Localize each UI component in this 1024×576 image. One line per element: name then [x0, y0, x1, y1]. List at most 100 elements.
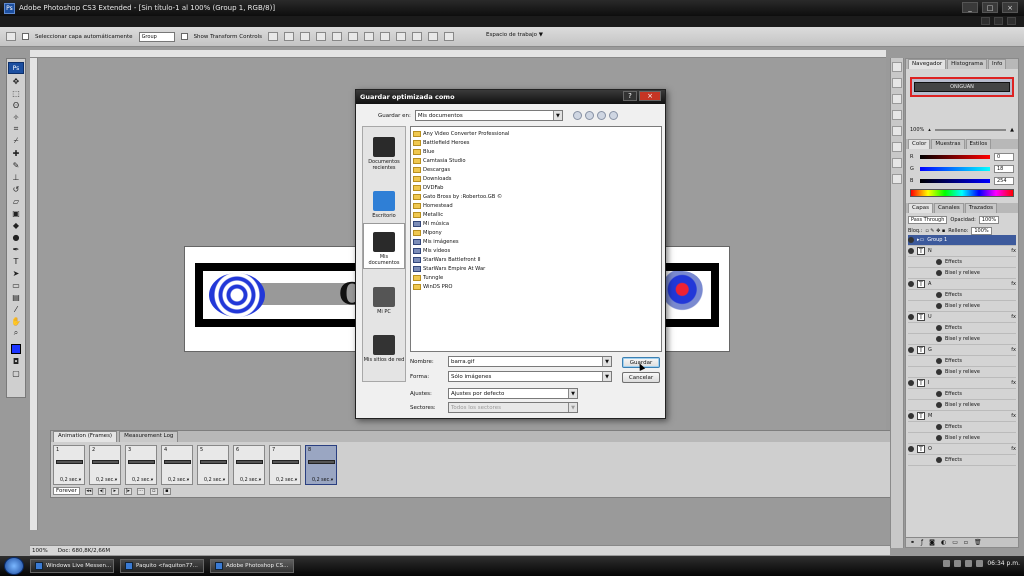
first-frame-icon[interactable]: ◂◂: [84, 487, 93, 495]
distribute-center-icon[interactable]: [428, 32, 439, 41]
list-item[interactable]: Battlefield Heroes: [413, 138, 659, 147]
layer-row[interactable]: T Afx: [908, 279, 1016, 290]
eye-icon[interactable]: [908, 248, 914, 254]
fx-icon[interactable]: fx: [1011, 446, 1016, 452]
align-top-icon[interactable]: [268, 32, 279, 41]
distribute-top-icon[interactable]: [364, 32, 375, 41]
place-my-documents[interactable]: Mis documentos: [363, 223, 405, 269]
messenger-tray-icon[interactable]: [976, 560, 984, 567]
up-folder-icon[interactable]: [584, 111, 594, 120]
new-group-icon[interactable]: ▭: [952, 539, 958, 546]
brushes-panel-icon[interactable]: [892, 110, 902, 120]
clone-stamp-tool-icon[interactable]: ⊥: [10, 172, 22, 182]
effects-row[interactable]: Effects: [908, 290, 1016, 301]
eye-icon[interactable]: [936, 325, 942, 331]
doc-restore-button[interactable]: [994, 17, 1003, 25]
zoom-in-icon[interactable]: ▲: [1010, 127, 1014, 133]
eye-icon[interactable]: [908, 281, 914, 287]
list-item[interactable]: StarWars Battlefront II: [413, 255, 659, 264]
effect-row[interactable]: Bisel y relieve: [908, 334, 1016, 345]
lasso-tool-icon[interactable]: ʘ: [10, 100, 22, 110]
frame-delay[interactable]: 0,2 sec.▾: [204, 478, 225, 483]
eye-icon[interactable]: [908, 237, 914, 243]
fx-icon[interactable]: fx: [1011, 347, 1016, 353]
workspace-menu[interactable]: Espacio de trabajo ▼: [486, 32, 543, 38]
animation-frame[interactable]: 1 0,2 sec.▾: [53, 445, 85, 485]
loop-select[interactable]: Forever: [53, 487, 80, 495]
opacity-value[interactable]: 100%: [978, 216, 1000, 224]
start-button[interactable]: [4, 557, 24, 575]
adjustment-layer-icon[interactable]: ◐: [941, 539, 946, 546]
tab-capas[interactable]: Capas: [908, 203, 933, 213]
zoom-out-icon[interactable]: ▴: [928, 127, 931, 133]
taskbar-item[interactable]: Windows Live Messen...: [30, 559, 114, 573]
eye-icon[interactable]: [908, 347, 914, 353]
fx-icon[interactable]: fx: [1011, 413, 1016, 419]
frame-delay[interactable]: 0,2 sec.▾: [60, 478, 81, 483]
dialog-help-button[interactable]: ?: [623, 91, 637, 101]
eye-icon[interactable]: [936, 435, 942, 441]
effect-row[interactable]: Bisel y relieve: [908, 433, 1016, 444]
frame-delay[interactable]: 0,2 sec.▾: [132, 478, 153, 483]
eye-icon[interactable]: [936, 336, 942, 342]
effect-row[interactable]: Bisel y relieve: [908, 400, 1016, 411]
place-my-computer[interactable]: Mi PC: [363, 271, 405, 317]
list-item[interactable]: Descargas: [413, 165, 659, 174]
back-icon[interactable]: [572, 111, 582, 120]
tray-icon[interactable]: [943, 560, 951, 567]
slice-tool-icon[interactable]: ⌿: [10, 136, 22, 146]
brush-tool-icon[interactable]: ✎: [10, 160, 22, 170]
tab-info[interactable]: Info: [988, 59, 1007, 69]
r-value[interactable]: 0: [994, 153, 1014, 161]
navigator-zoom-value[interactable]: 100%: [910, 127, 924, 133]
place-desktop[interactable]: Escritorio: [363, 175, 405, 221]
tab-histograma[interactable]: Histograma: [947, 59, 988, 69]
effect-row[interactable]: Bisel y relieve: [908, 268, 1016, 279]
list-item[interactable]: Mi música: [413, 219, 659, 228]
list-item[interactable]: Mis vídeos: [413, 246, 659, 255]
list-item[interactable]: Tunngle: [413, 273, 659, 282]
new-folder-icon[interactable]: [596, 111, 606, 120]
tab-estilos[interactable]: Estilos: [965, 139, 992, 149]
effects-row[interactable]: Effects: [908, 257, 1016, 268]
layer-row[interactable]: T Gfx: [908, 345, 1016, 356]
list-item[interactable]: Camtasia Studio: [413, 156, 659, 165]
doc-minimize-button[interactable]: [981, 17, 990, 25]
history-brush-tool-icon[interactable]: ↺: [10, 184, 22, 194]
eye-icon[interactable]: [936, 259, 942, 265]
view-menu-icon[interactable]: [608, 111, 618, 120]
list-item[interactable]: Downloads: [413, 174, 659, 183]
new-layer-icon[interactable]: ▫: [964, 539, 968, 546]
animation-frame[interactable]: 7 0,2 sec.▾: [269, 445, 301, 485]
notes-tool-icon[interactable]: ▤: [10, 292, 22, 302]
quick-mask-icon[interactable]: ◘: [10, 356, 22, 366]
filename-dropdown-icon[interactable]: ▼: [602, 357, 611, 366]
list-item[interactable]: Mipony: [413, 228, 659, 237]
frame-delay[interactable]: 0,2 sec.▾: [168, 478, 189, 483]
format-dropdown-icon[interactable]: ▼: [602, 372, 611, 381]
delete-layer-icon[interactable]: 🗑: [974, 539, 982, 546]
list-item[interactable]: Any Video Converter Professional: [413, 129, 659, 138]
healing-brush-tool-icon[interactable]: ✚: [10, 148, 22, 158]
list-item[interactable]: Metallic: [413, 210, 659, 219]
align-center-icon[interactable]: [332, 32, 343, 41]
eraser-tool-icon[interactable]: ▱: [10, 196, 22, 206]
animation-frame[interactable]: 3 0,2 sec.▾: [125, 445, 157, 485]
layer-group-row[interactable]: ▸▭ Group 1: [908, 235, 1016, 246]
settings-select[interactable]: Ajustes por defecto ▼: [448, 388, 578, 399]
taskbar-item[interactable]: Adobe Photoshop CS...: [210, 559, 294, 573]
shape-tool-icon[interactable]: ▭: [10, 280, 22, 290]
blur-tool-icon[interactable]: ◆: [10, 220, 22, 230]
eyedropper-tool-icon[interactable]: ⁄: [10, 304, 22, 314]
zoom-tool-icon[interactable]: ⌕: [10, 328, 22, 338]
volume-icon[interactable]: [965, 560, 973, 567]
b-slider[interactable]: [920, 179, 990, 183]
close-window-button[interactable]: ×: [1002, 2, 1018, 13]
b-value[interactable]: 254: [994, 177, 1014, 185]
taskbar-item[interactable]: Paquito <faquiton77...: [120, 559, 204, 573]
effect-row[interactable]: Bisel y relieve: [908, 301, 1016, 312]
distribute-left-icon[interactable]: [412, 32, 423, 41]
lock-icons[interactable]: ▫ ✎ ✥ ▪: [925, 228, 945, 234]
file-list[interactable]: Any Video Converter Professional Battlefi…: [410, 126, 662, 352]
actions-panel-icon[interactable]: [892, 78, 902, 88]
